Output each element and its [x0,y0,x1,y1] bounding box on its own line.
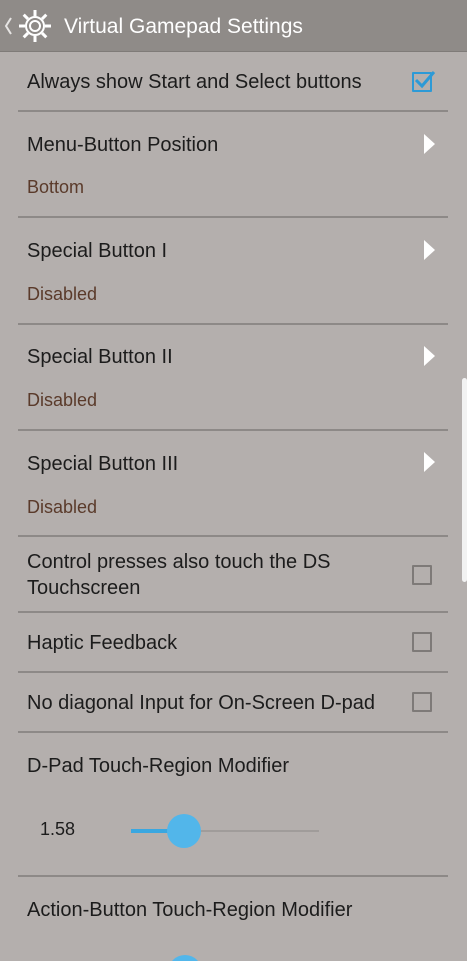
slider-thumb[interactable] [168,955,202,961]
control-presses-touch-checkbox[interactable] [412,565,432,585]
menu-button-position-summary: Bottom [27,177,85,197]
action-button-touch-region-label: Action-Button Touch-Region Modifier [27,899,353,921]
chevron-right-icon [424,346,435,366]
scroll-indicator[interactable] [462,378,467,582]
special-button-1-summary: Disabled [27,284,98,304]
always-show-start-select-checkbox[interactable] [412,71,436,92]
action-bar: Virtual Gamepad Settings [0,0,467,52]
always-show-start-select-row[interactable]: Always show Start and Select buttons [0,52,448,110]
menu-button-position-row[interactable]: Menu-Button Position Bottom [0,112,448,216]
control-presses-touch-label-line1: Control presses also touch the DS [27,551,331,573]
no-diagonal-input-label: No diagonal Input for On-Screen D-pad [27,692,375,714]
special-button-2-label: Special Button II [27,346,173,368]
chevron-right-icon [424,134,435,154]
settings-screen: Virtual Gamepad Settings Always show Sta… [0,0,467,961]
slider-thumb[interactable] [166,814,201,848]
dpad-touch-region-row: D-Pad Touch-Region Modifier 1.58 [0,733,448,875]
special-button-1-row[interactable]: Special Button I Disabled [0,218,448,323]
special-button-1-label: Special Button I [27,240,168,262]
page-title: Virtual Gamepad Settings [64,15,303,38]
action-button-touch-region-row: Action-Button Touch-Region Modifier [0,877,448,961]
dpad-touch-region-slider[interactable] [131,814,319,848]
control-presses-touch-label-line2: Touchscreen [27,577,141,599]
menu-button-position-label: Menu-Button Position [27,134,219,156]
chevron-right-icon [424,452,435,472]
control-presses-touch-row[interactable]: Control presses also touch the DS Touchs… [0,537,448,611]
checkmark-icon [414,71,436,89]
haptic-feedback-label: Haptic Feedback [27,632,178,654]
special-button-3-row[interactable]: Special Button III Disabled [0,431,448,535]
special-button-2-row[interactable]: Special Button II Disabled [0,325,448,429]
dpad-touch-region-label: D-Pad Touch-Region Modifier [27,755,289,777]
special-button-3-summary: Disabled [27,497,98,517]
haptic-feedback-checkbox[interactable] [412,632,432,652]
dpad-touch-region-value: 1.58 [40,819,76,839]
haptic-feedback-row[interactable]: Haptic Feedback [0,613,448,671]
no-diagonal-input-checkbox[interactable] [412,692,432,712]
chevron-left-icon[interactable] [3,14,13,38]
no-diagonal-input-row[interactable]: No diagonal Input for On-Screen D-pad [0,673,448,731]
special-button-3-label: Special Button III [27,453,179,475]
chevron-right-icon [424,240,435,260]
always-show-start-select-label: Always show Start and Select buttons [27,71,362,93]
gear-icon[interactable] [17,8,53,44]
special-button-2-summary: Disabled [27,390,98,410]
